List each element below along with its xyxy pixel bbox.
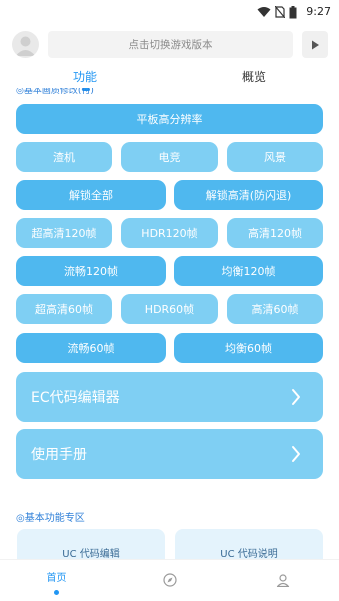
button-label: HDR60帧: [144, 303, 195, 316]
bottom-nav: 首页: [0, 559, 339, 601]
wifi-icon: [257, 7, 271, 17]
button-label: 流畅120帧: [64, 265, 118, 278]
btn-scenery[interactable]: 风景: [227, 142, 323, 172]
battery-icon: [289, 5, 297, 18]
compass-icon: [162, 573, 177, 587]
btn-uhd-60[interactable]: 超高清60帧: [16, 294, 112, 324]
avatar-icon: [15, 36, 36, 56]
avatar[interactable]: [12, 31, 39, 58]
chevron-right-icon: [292, 389, 300, 405]
top-bar: 点击切换游戏版本: [0, 28, 339, 60]
user-icon: [276, 574, 289, 587]
nav-home-label: 首页: [46, 573, 67, 584]
status-time: 9:27: [306, 5, 331, 18]
button-label: 高清60帧: [251, 303, 299, 316]
play-icon: [311, 40, 319, 49]
btn-unlock-all[interactable]: 解锁全部: [16, 180, 166, 210]
user-manual-row[interactable]: 使用手册: [16, 429, 323, 479]
button-label: 高清120帧: [248, 227, 302, 240]
button-label: HDR120帧: [141, 227, 198, 240]
btn-smooth-60[interactable]: 流畅60帧: [16, 333, 166, 363]
no-sim-icon: [275, 6, 285, 18]
btn-hd-60[interactable]: 高清60帧: [227, 294, 323, 324]
button-label: 解锁全部: [69, 189, 113, 202]
btn-low-end[interactable]: 渣机: [16, 142, 112, 172]
button-label: 风景: [264, 151, 286, 164]
button-label: 平板高分辨率: [136, 113, 203, 126]
tab-overview[interactable]: 概览: [242, 68, 266, 85]
section-heading-graphics: ◎基本画质修改(付): [16, 88, 94, 96]
status-bar: 9:27: [0, 0, 339, 24]
status-icons: [257, 5, 297, 19]
user-manual-label: 使用手册: [31, 447, 87, 463]
button-label: 超高清60帧: [35, 303, 93, 316]
nav-discover[interactable]: [113, 560, 226, 601]
button-label: 渣机: [53, 151, 75, 164]
btn-esports[interactable]: 电竞: [121, 142, 218, 172]
ec-code-editor-label: EC代码编辑器: [31, 390, 120, 406]
ec-code-editor-row[interactable]: EC代码编辑器: [16, 372, 323, 422]
tab-features[interactable]: 功能: [73, 68, 97, 85]
section-title-basic: ◎基本功能专区: [16, 513, 85, 524]
nav-profile[interactable]: [226, 560, 339, 601]
button-label: 均衡120帧: [221, 265, 276, 278]
button-label: 解锁高清(防闪退): [205, 189, 292, 202]
game-version-switch-label: 点击切换游戏版本: [128, 39, 213, 51]
chevron-right-icon: [292, 446, 300, 462]
nav-home[interactable]: 首页: [0, 560, 113, 601]
btn-hdr-120[interactable]: HDR120帧: [121, 218, 218, 248]
btn-uhd-120[interactable]: 超高清120帧: [16, 218, 112, 248]
btn-tablet-high-res[interactable]: 平板高分辨率: [16, 104, 323, 134]
btn-balanced-60[interactable]: 均衡60帧: [174, 333, 323, 363]
btn-unlock-hd-anticrash[interactable]: 解锁高清(防闪退): [174, 180, 323, 210]
button-label: 电竞: [158, 151, 181, 164]
btn-smooth-120[interactable]: 流畅120帧: [16, 256, 166, 286]
nav-active-dot: [54, 590, 59, 595]
btn-hd-120[interactable]: 高清120帧: [227, 218, 323, 248]
btn-hdr-60[interactable]: HDR60帧: [121, 294, 218, 324]
play-button[interactable]: [302, 31, 328, 58]
btn-balanced-120[interactable]: 均衡120帧: [174, 256, 323, 286]
game-version-switch[interactable]: 点击切换游戏版本: [48, 31, 293, 58]
button-label: 超高清120帧: [31, 227, 97, 240]
button-label: 流畅60帧: [67, 342, 115, 355]
button-label: 均衡60帧: [225, 342, 272, 355]
